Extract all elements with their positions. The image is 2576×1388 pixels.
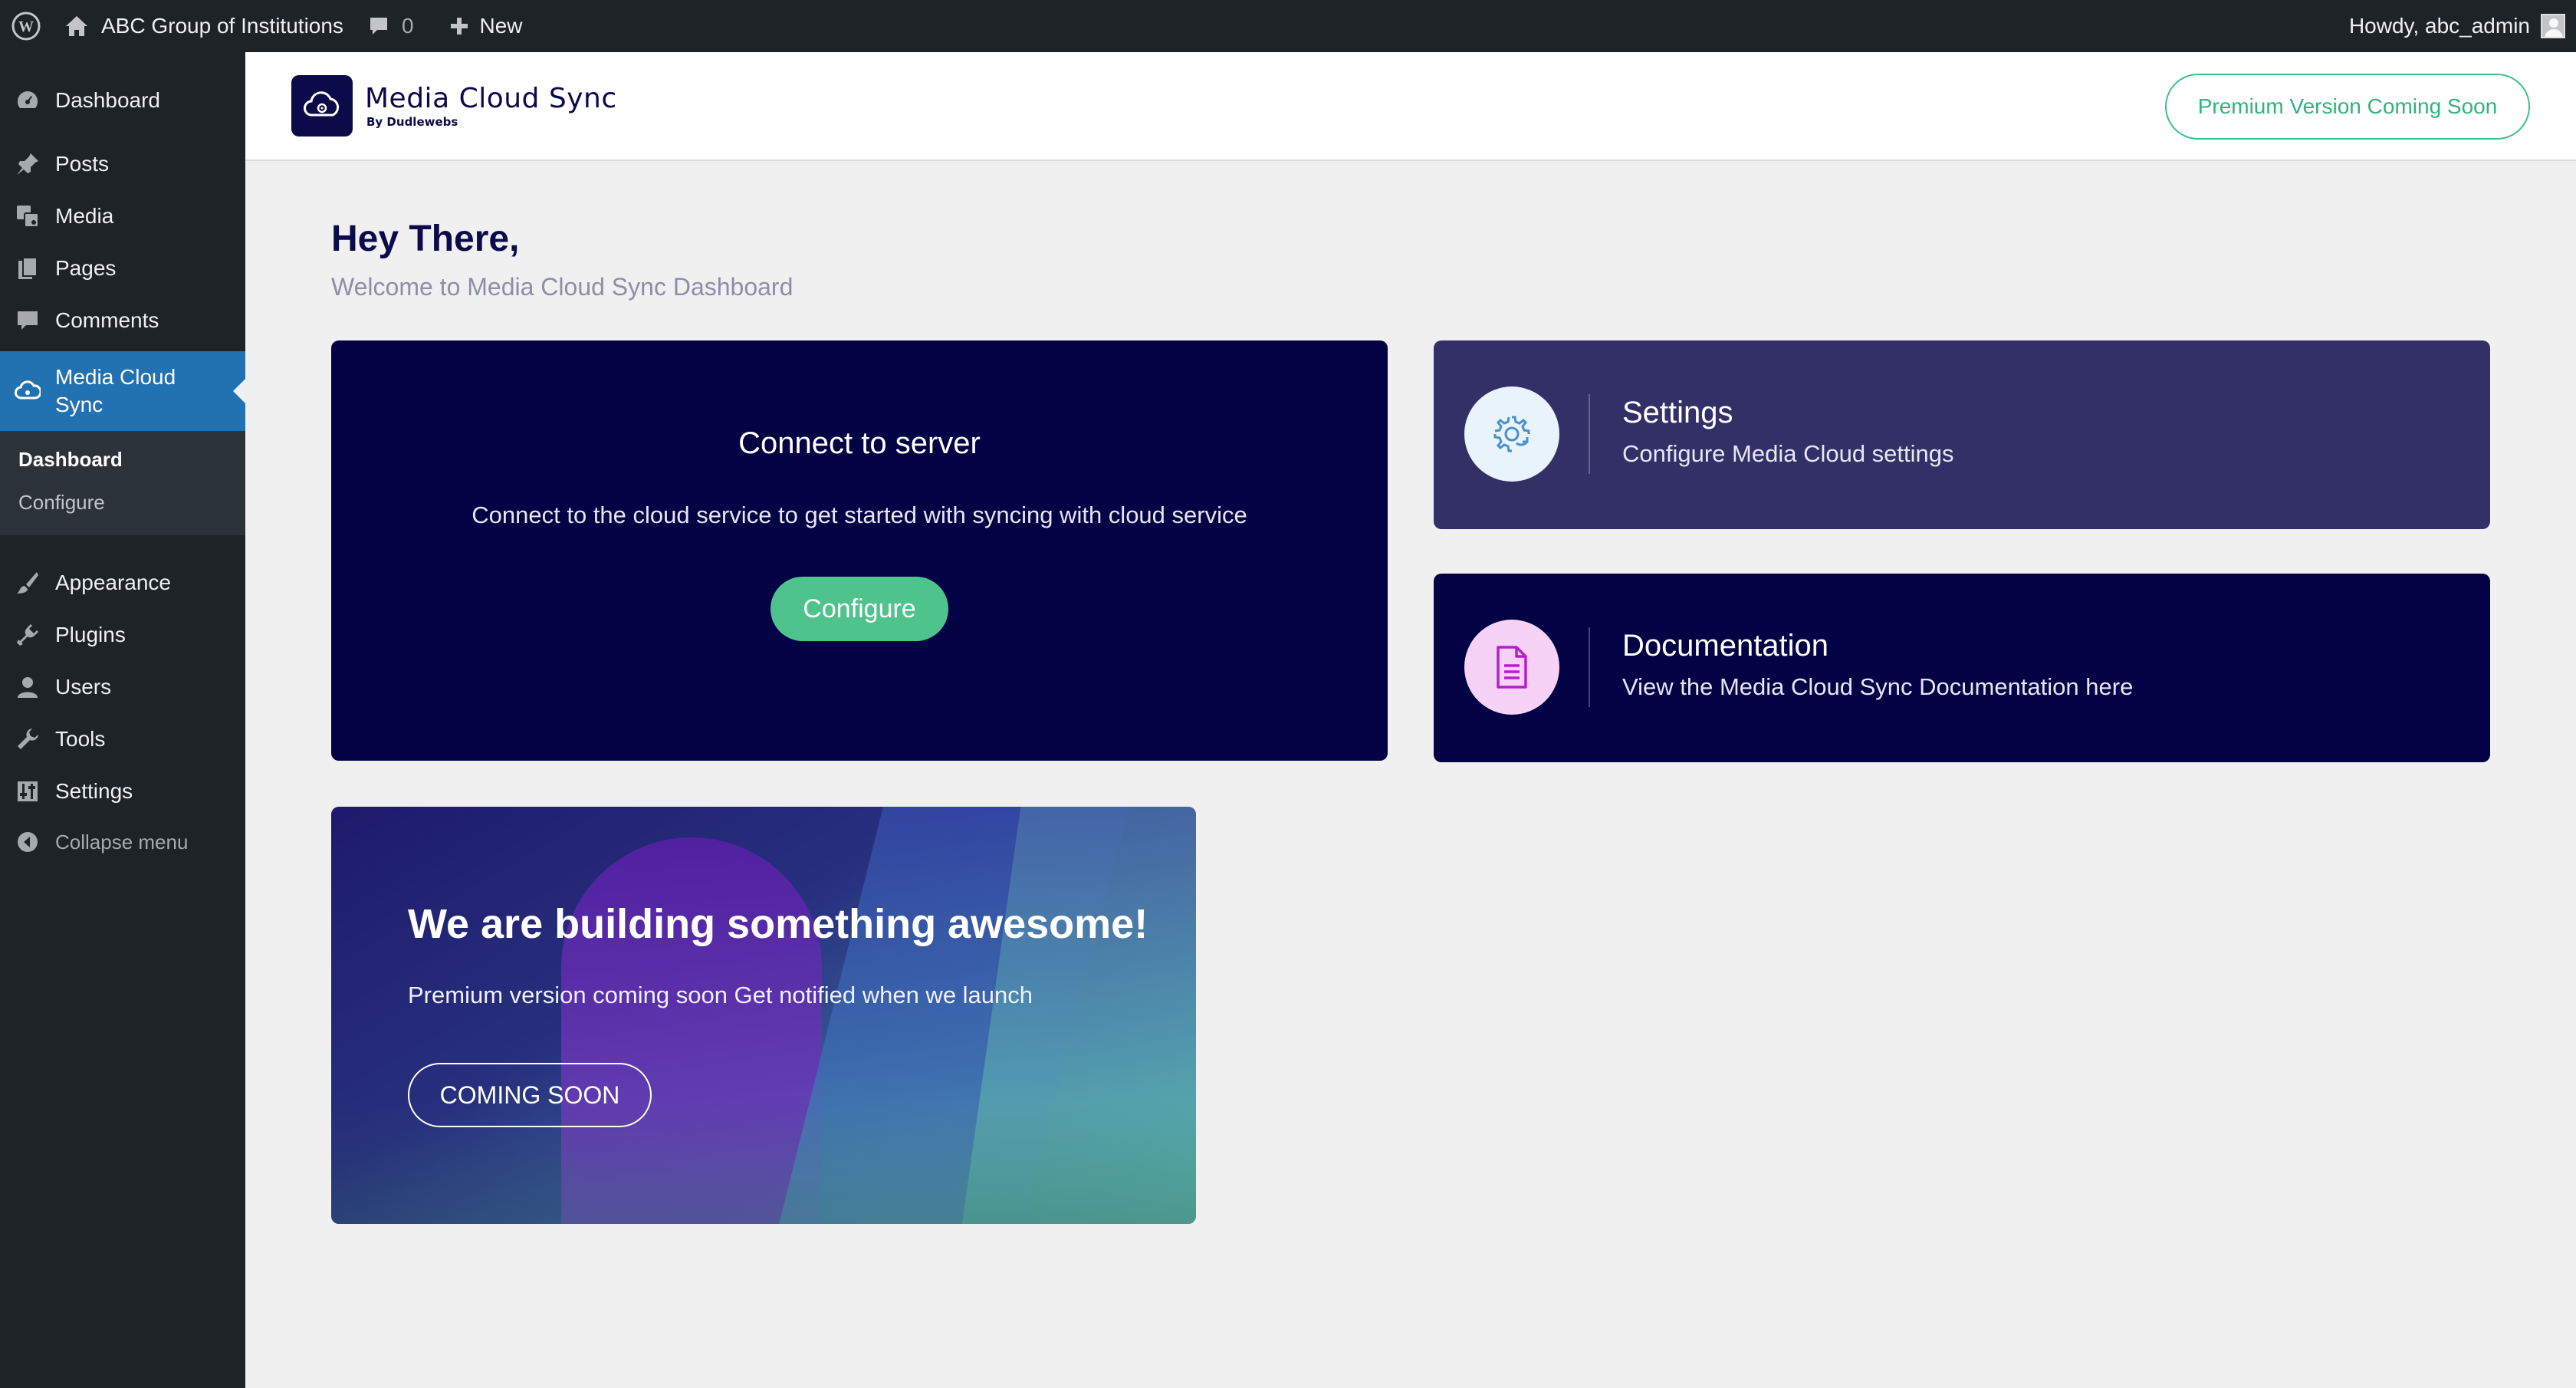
dashboard-icon xyxy=(14,87,41,114)
sidebar-item-label: Posts xyxy=(55,152,110,176)
sidebar-item-label: Appearance xyxy=(55,571,172,594)
site-name: ABC Group of Institutions xyxy=(101,14,343,38)
plugin-header: Media Cloud Sync By Dudlewebs Premium Ve… xyxy=(245,52,2576,161)
documentation-card-title: Documentation xyxy=(1622,629,1829,663)
pages-icon xyxy=(14,255,41,282)
greeting-heading: Hey There, xyxy=(331,219,520,259)
sidebar-item-label: Tools xyxy=(55,727,106,751)
connect-card-description: Connect to the cloud service to get star… xyxy=(472,502,1247,528)
sidebar-item-label: Comments xyxy=(55,308,159,332)
plug-icon xyxy=(14,621,41,649)
collapse-arrow-icon xyxy=(14,828,41,856)
comment-icon xyxy=(14,307,41,334)
card-divider xyxy=(1589,627,1590,707)
comments-count: 0 xyxy=(401,14,414,38)
media-cloud-sync-logo-icon xyxy=(291,75,353,136)
sidebar-item-comments[interactable]: Comments xyxy=(0,294,245,347)
sidebar-item-users[interactable]: Users xyxy=(0,661,245,713)
sidebar-item-posts[interactable]: Posts xyxy=(0,138,245,190)
plus-icon xyxy=(450,18,468,35)
sidebar-submenu: Dashboard Configure xyxy=(0,431,245,535)
welcome-text: Welcome to Media Cloud Sync Dashboard xyxy=(331,273,794,301)
configure-button[interactable]: Configure xyxy=(770,577,948,641)
comment-bubble-icon xyxy=(370,18,387,35)
card-divider xyxy=(1589,394,1590,474)
logo-subtitle: By Dudlewebs xyxy=(366,115,458,129)
sidebar-item-label: Settings xyxy=(55,779,133,803)
sidebar-item-media[interactable]: Media xyxy=(0,190,245,242)
svg-text:W: W xyxy=(18,18,34,35)
home-icon xyxy=(66,16,87,36)
sidebar-item-label: Media Cloud Sync xyxy=(55,365,176,416)
connect-card-title: Connect to server xyxy=(738,426,981,460)
sidebar-item-label: Pages xyxy=(55,256,117,280)
gear-sync-icon xyxy=(1464,386,1559,482)
sidebar-item-media-cloud-sync[interactable]: Media Cloud Sync xyxy=(0,351,245,431)
sidebar-item-label: Users xyxy=(55,675,112,699)
premium-promo-banner: We are building something awesome! Premi… xyxy=(331,807,1196,1224)
media-icon xyxy=(14,202,41,230)
avatar xyxy=(2541,14,2565,38)
sidebar-item-pages[interactable]: Pages xyxy=(0,242,245,294)
documentation-card[interactable]: Documentation View the Media Cloud Sync … xyxy=(1434,574,2490,762)
promo-title: We are building something awesome! xyxy=(408,901,1148,947)
sidebar-item-appearance[interactable]: Appearance xyxy=(0,557,245,609)
admin-sidebar: Dashboard Posts Media Pages Comments Med… xyxy=(0,52,245,1388)
coming-soon-button[interactable]: COMING SOON xyxy=(408,1063,652,1127)
sidebar-item-settings[interactable]: Settings xyxy=(0,765,245,817)
documentation-card-description: View the Media Cloud Sync Documentation … xyxy=(1622,673,2134,700)
sidebar-item-plugins[interactable]: Plugins xyxy=(0,609,245,661)
collapse-menu-label: Collapse menu xyxy=(55,830,189,854)
pin-icon xyxy=(14,150,41,178)
new-content-link[interactable]: New xyxy=(449,0,523,52)
premium-version-button[interactable]: Premium Version Coming Soon xyxy=(2165,74,2530,140)
collapse-menu-button[interactable]: Collapse menu xyxy=(0,816,245,868)
settings-card-title: Settings xyxy=(1622,396,1733,429)
new-label: New xyxy=(479,14,523,38)
connect-server-card: Connect to server Connect to the cloud s… xyxy=(331,340,1388,761)
site-name-link[interactable]: ABC Group of Institutions xyxy=(64,0,343,52)
promo-description: Premium version coming soon Get notified… xyxy=(408,982,1033,1008)
brush-icon xyxy=(14,569,41,597)
logo-title: Media Cloud Sync xyxy=(365,83,617,114)
settings-card[interactable]: Settings Configure Media Cloud settings xyxy=(1434,340,2490,529)
sidebar-item-label: Media xyxy=(55,204,114,228)
wrench-icon xyxy=(14,725,41,753)
sidebar-item-dashboard[interactable]: Dashboard xyxy=(0,74,245,127)
howdy-text: Howdy, abc_admin xyxy=(2348,14,2530,38)
comments-link[interactable]: 0 xyxy=(368,0,414,52)
submenu-item-configure[interactable]: Configure xyxy=(18,491,105,515)
user-icon xyxy=(14,673,41,701)
wordpress-logo-icon[interactable]: W xyxy=(2,0,51,52)
sidebar-item-tools[interactable]: Tools xyxy=(0,713,245,765)
submenu-item-dashboard[interactable]: Dashboard xyxy=(18,448,123,472)
cloud-icon xyxy=(14,377,41,405)
admin-bar: W ABC Group of Institutions 0 New Howdy,… xyxy=(0,0,2576,52)
sidebar-item-label: Plugins xyxy=(55,623,126,646)
account-menu[interactable]: Howdy, abc_admin xyxy=(2349,0,2565,52)
settings-card-description: Configure Media Cloud settings xyxy=(1622,440,1954,467)
sliders-icon xyxy=(14,778,41,805)
sidebar-item-label: Dashboard xyxy=(55,88,160,112)
document-icon xyxy=(1464,620,1559,715)
